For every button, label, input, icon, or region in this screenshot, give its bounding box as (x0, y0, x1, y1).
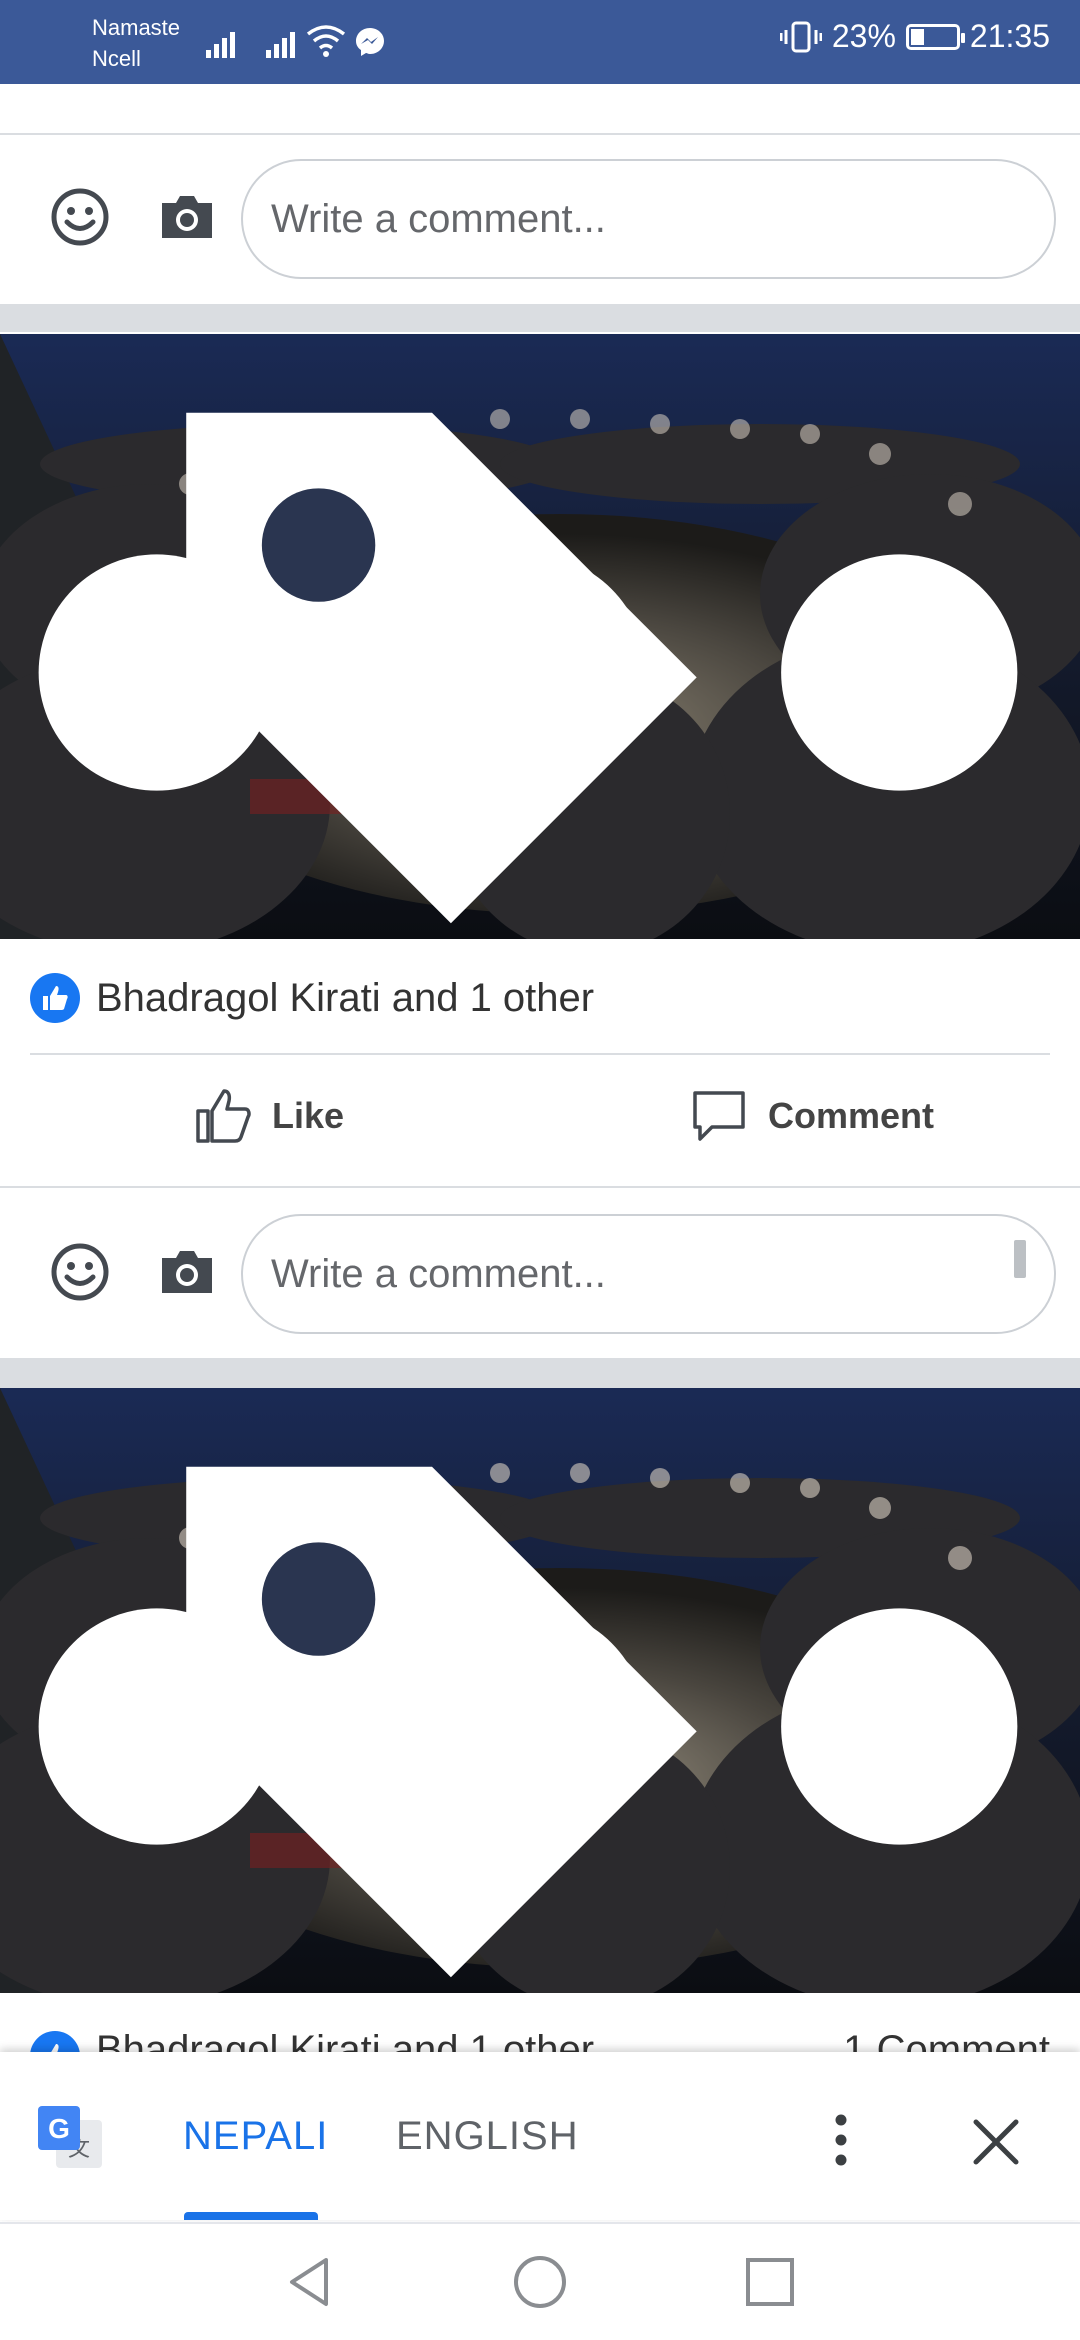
more-options-icon[interactable] (0, 370, 1068, 939)
comment-button[interactable]: Comment (690, 1087, 934, 1145)
signal-icon (206, 24, 235, 58)
battery-icon (905, 23, 965, 50)
post-photo[interactable] (0, 334, 1080, 939)
language-tab-english[interactable]: ENGLISH (396, 2114, 579, 2159)
signal-icon (266, 24, 295, 58)
camera-icon[interactable] (158, 1248, 216, 1296)
post-separator (0, 304, 1080, 332)
wifi-icon (306, 25, 346, 57)
comment-placeholder: Write a comment... (271, 1251, 606, 1296)
translate-bar: 文 G NEPALI ENGLISH (0, 2052, 1080, 2220)
comment-input[interactable]: Write a comment... (241, 1214, 1056, 1334)
close-icon[interactable] (966, 2112, 1026, 2172)
emoji-icon[interactable] (50, 1242, 110, 1302)
comment-input[interactable]: Write a comment... (241, 159, 1056, 279)
reactions-summary[interactable]: Bhadragol Kirati and 1 other (0, 943, 1080, 1053)
carrier-name: Namaste Ncell (92, 12, 180, 74)
language-tab-nepali[interactable]: NEPALI (183, 2114, 328, 2159)
reactions-text: Bhadragol Kirati and 1 other (96, 976, 595, 1020)
messenger-icon (356, 28, 384, 56)
post-photo[interactable] (0, 1388, 1080, 1993)
navigation-bar (0, 2222, 1080, 2340)
carrier-line-1: Namaste (92, 15, 181, 40)
battery-percent: 23% (831, 18, 896, 54)
more-options-icon[interactable] (0, 1424, 1068, 1993)
emoji-icon[interactable] (50, 187, 110, 247)
comment-icon (693, 1091, 745, 1141)
home-icon[interactable] (512, 2254, 568, 2310)
like-icon (196, 1089, 251, 1143)
like-label: Like (272, 1095, 345, 1136)
recents-icon[interactable] (742, 2254, 798, 2310)
carrier-line-2: Ncell (92, 46, 141, 71)
google-translate-icon: 文 G (38, 2106, 102, 2168)
like-reaction-icon (30, 973, 80, 1023)
back-icon[interactable] (282, 2254, 338, 2310)
svg-text:G: G (48, 2113, 70, 2144)
comment-placeholder: Write a comment... (271, 196, 606, 241)
active-tab-indicator (184, 2212, 318, 2220)
status-bar: Namaste Ncell 23% 21:35 (0, 0, 1080, 84)
clock: 21:35 (969, 18, 1050, 54)
comment-composer: Write a comment... (0, 135, 1080, 303)
post-separator (0, 1358, 1080, 1388)
camera-icon[interactable] (158, 193, 216, 241)
post-actions: Like Comment (0, 1055, 1080, 1185)
status-right: 23% 21:35 (779, 18, 1050, 55)
comment-label: Comment (768, 1095, 935, 1136)
comment-composer: Write a comment... (0, 1188, 1080, 1356)
more-vert-icon[interactable] (826, 2110, 856, 2170)
like-button[interactable]: Like (194, 1087, 344, 1145)
text-cursor (1014, 1240, 1026, 1278)
vibrate-icon (779, 21, 822, 52)
